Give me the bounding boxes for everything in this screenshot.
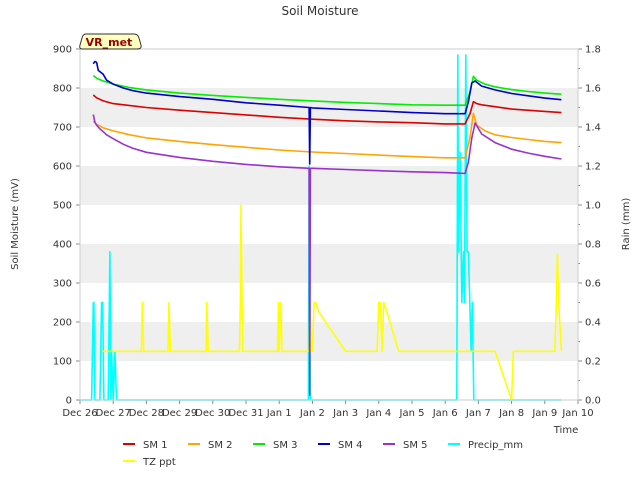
legend-label: SM 5 <box>403 440 428 451</box>
y-tick-label: 500 <box>53 201 72 212</box>
legend-label: TZ ppt <box>142 457 176 468</box>
grid-band <box>80 244 578 283</box>
legend-item-sm-3: SM 3 <box>253 440 298 451</box>
chart-container: 0 100 200 300 400 500 600 700 800 900 0.0 0.2 0.4 0.… <box>0 0 640 480</box>
y-tick-label: 700 <box>53 123 72 134</box>
legend-item-sm-1: SM 1 <box>123 440 168 451</box>
y2-tick-label: 0.0 <box>585 396 601 407</box>
x-tick-label: Jan 9 <box>531 408 557 419</box>
y-axis-label: Soil Moisture (mV) <box>10 178 21 270</box>
grid-bands <box>80 88 578 361</box>
y2-tick-label: 0.4 <box>585 318 601 329</box>
y2-tick-label: 1.4 <box>585 123 601 134</box>
y-tick-label: 400 <box>53 240 72 251</box>
legend-item-precip-mm: Precip_mm <box>448 440 523 451</box>
legend-item-tz-ppt: TZ ppt <box>123 457 176 468</box>
legend-label: SM 3 <box>273 440 298 451</box>
y2-tick-label: 0.6 <box>585 279 601 290</box>
x-tick-label: Dec 26 <box>62 408 97 419</box>
y-tick-label: 100 <box>53 357 72 368</box>
legend-item-sm-2: SM 2 <box>188 440 233 451</box>
x-tick-label: Jan 1 <box>266 408 292 419</box>
y2-axis-ticks: 0.0 0.2 0.4 0.6 0.8 1.0 1.2 1.4 1.6 1.8 <box>578 45 601 407</box>
y2-tick-label: 1.2 <box>585 162 601 173</box>
chart-title: Soil Moisture <box>281 4 358 18</box>
x-tick-label: Jan 8 <box>498 408 524 419</box>
x-axis-ticks: Dec 26Dec 27Dec 28Dec 29Dec 30Dec 31 Jan … <box>62 400 594 419</box>
x-tick-label: Jan 2 <box>299 408 325 419</box>
legend-label: Precip_mm <box>468 440 523 451</box>
chart-svg: 0100200300400500600700800900 0.00.20.40.… <box>10 4 632 468</box>
y2-tick-label: 0.8 <box>585 240 601 251</box>
y2-tick-label: 0.2 <box>585 357 601 368</box>
legend-label: SM 2 <box>208 440 233 451</box>
x-tick-label: Dec 28 <box>129 408 164 419</box>
x-tick-label: Jan 6 <box>432 408 458 419</box>
y2-tick-label: 1.0 <box>585 201 601 212</box>
y-tick-label: 900 <box>53 45 72 56</box>
legend-label: SM 1 <box>143 440 168 451</box>
x-tick-label: Jan 7 <box>465 408 491 419</box>
vr-met-badge: VR_met <box>79 33 142 50</box>
x-tick-label: Dec 29 <box>162 408 197 419</box>
legend: SM 1 SM 2 SM 3 SM 4 SM 5 Precip_mm TZ ppt <box>123 440 523 468</box>
x-tick-label: Jan 5 <box>399 408 425 419</box>
y-tick-label: 600 <box>53 162 72 173</box>
badge-label: VR_met <box>86 36 133 49</box>
x-tick-label: Dec 31 <box>228 408 263 419</box>
y2-axis-label: Rain (mm) <box>621 198 632 251</box>
x-tick-label: Dec 27 <box>96 408 131 419</box>
y-tick-label: 800 <box>53 84 72 95</box>
legend-item-sm-5: SM 5 <box>383 440 428 451</box>
x-tick-label: Jan 10 <box>561 408 593 419</box>
y-tick-label: 200 <box>53 318 72 329</box>
y-axis-ticks: 0 100 200 300 400 500 600 700 800 900 <box>53 45 80 407</box>
y-tick-label: 0 <box>66 396 72 407</box>
x-tick-label: Jan 4 <box>365 408 391 419</box>
legend-label: SM 4 <box>338 440 363 451</box>
y2-tick-label: 1.6 <box>585 84 601 95</box>
x-tick-label: Jan 3 <box>332 408 358 419</box>
y-tick-label: 300 <box>53 279 72 290</box>
grid-band <box>80 166 578 205</box>
x-tick-label: Dec 30 <box>195 408 230 419</box>
x-axis-label: Time <box>553 425 578 436</box>
series-line-tz-ppt <box>101 204 563 401</box>
y2-tick-label: 1.8 <box>585 45 601 56</box>
legend-item-sm-4: SM 4 <box>318 440 363 451</box>
